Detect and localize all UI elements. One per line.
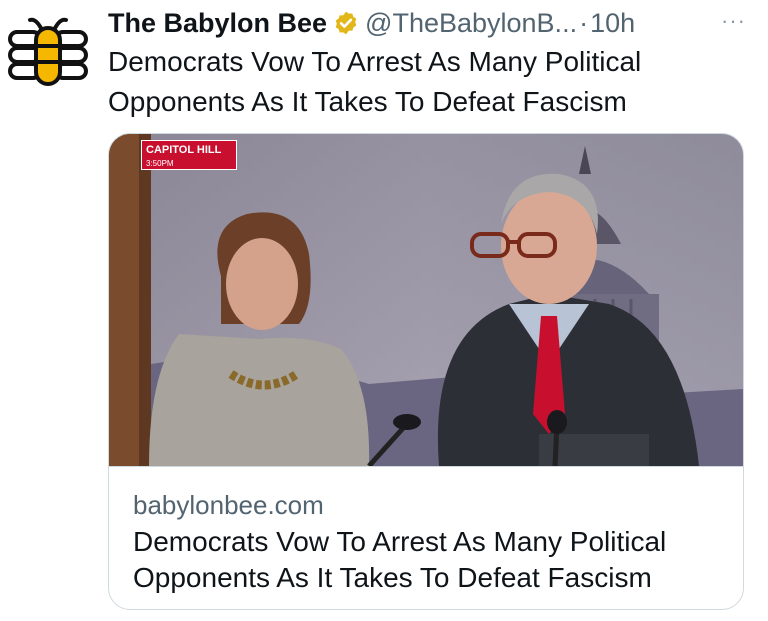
verified-badge-icon[interactable] (333, 10, 359, 36)
tweet-text: Democrats Vow To Arrest As Many Politica… (108, 46, 642, 117)
tweet-header: The Babylon Bee @TheBabylonB... · 10h (108, 6, 748, 40)
chyron-location: CAPITOL HILL (146, 144, 222, 156)
display-name[interactable]: The Babylon Bee (108, 6, 327, 40)
card-image[interactable]: CAPITOL HILL 3:50PM (109, 134, 743, 468)
avatar[interactable] (8, 10, 88, 90)
card-domain: babylonbee.com (133, 490, 324, 520)
card-footer[interactable]: babylonbee.com Democrats Vow To Arrest A… (109, 466, 743, 609)
account-handle[interactable]: @TheBabylonB... (365, 6, 577, 40)
babylon-bee-logo-icon (8, 17, 88, 86)
press-conference-photo (109, 134, 743, 468)
link-card[interactable]: CAPITOL HILL 3:50PM babylonbee.com Democ… (108, 133, 744, 610)
more-options-icon[interactable]: ··· (721, 6, 746, 36)
card-title: Democrats Vow To Arrest As Many Politica… (133, 526, 667, 593)
news-chyron: CAPITOL HILL 3:50PM (141, 140, 237, 170)
chyron-time: 3:50PM (146, 159, 174, 168)
timestamp[interactable]: 10h (590, 6, 635, 40)
separator-dot: · (579, 8, 589, 38)
